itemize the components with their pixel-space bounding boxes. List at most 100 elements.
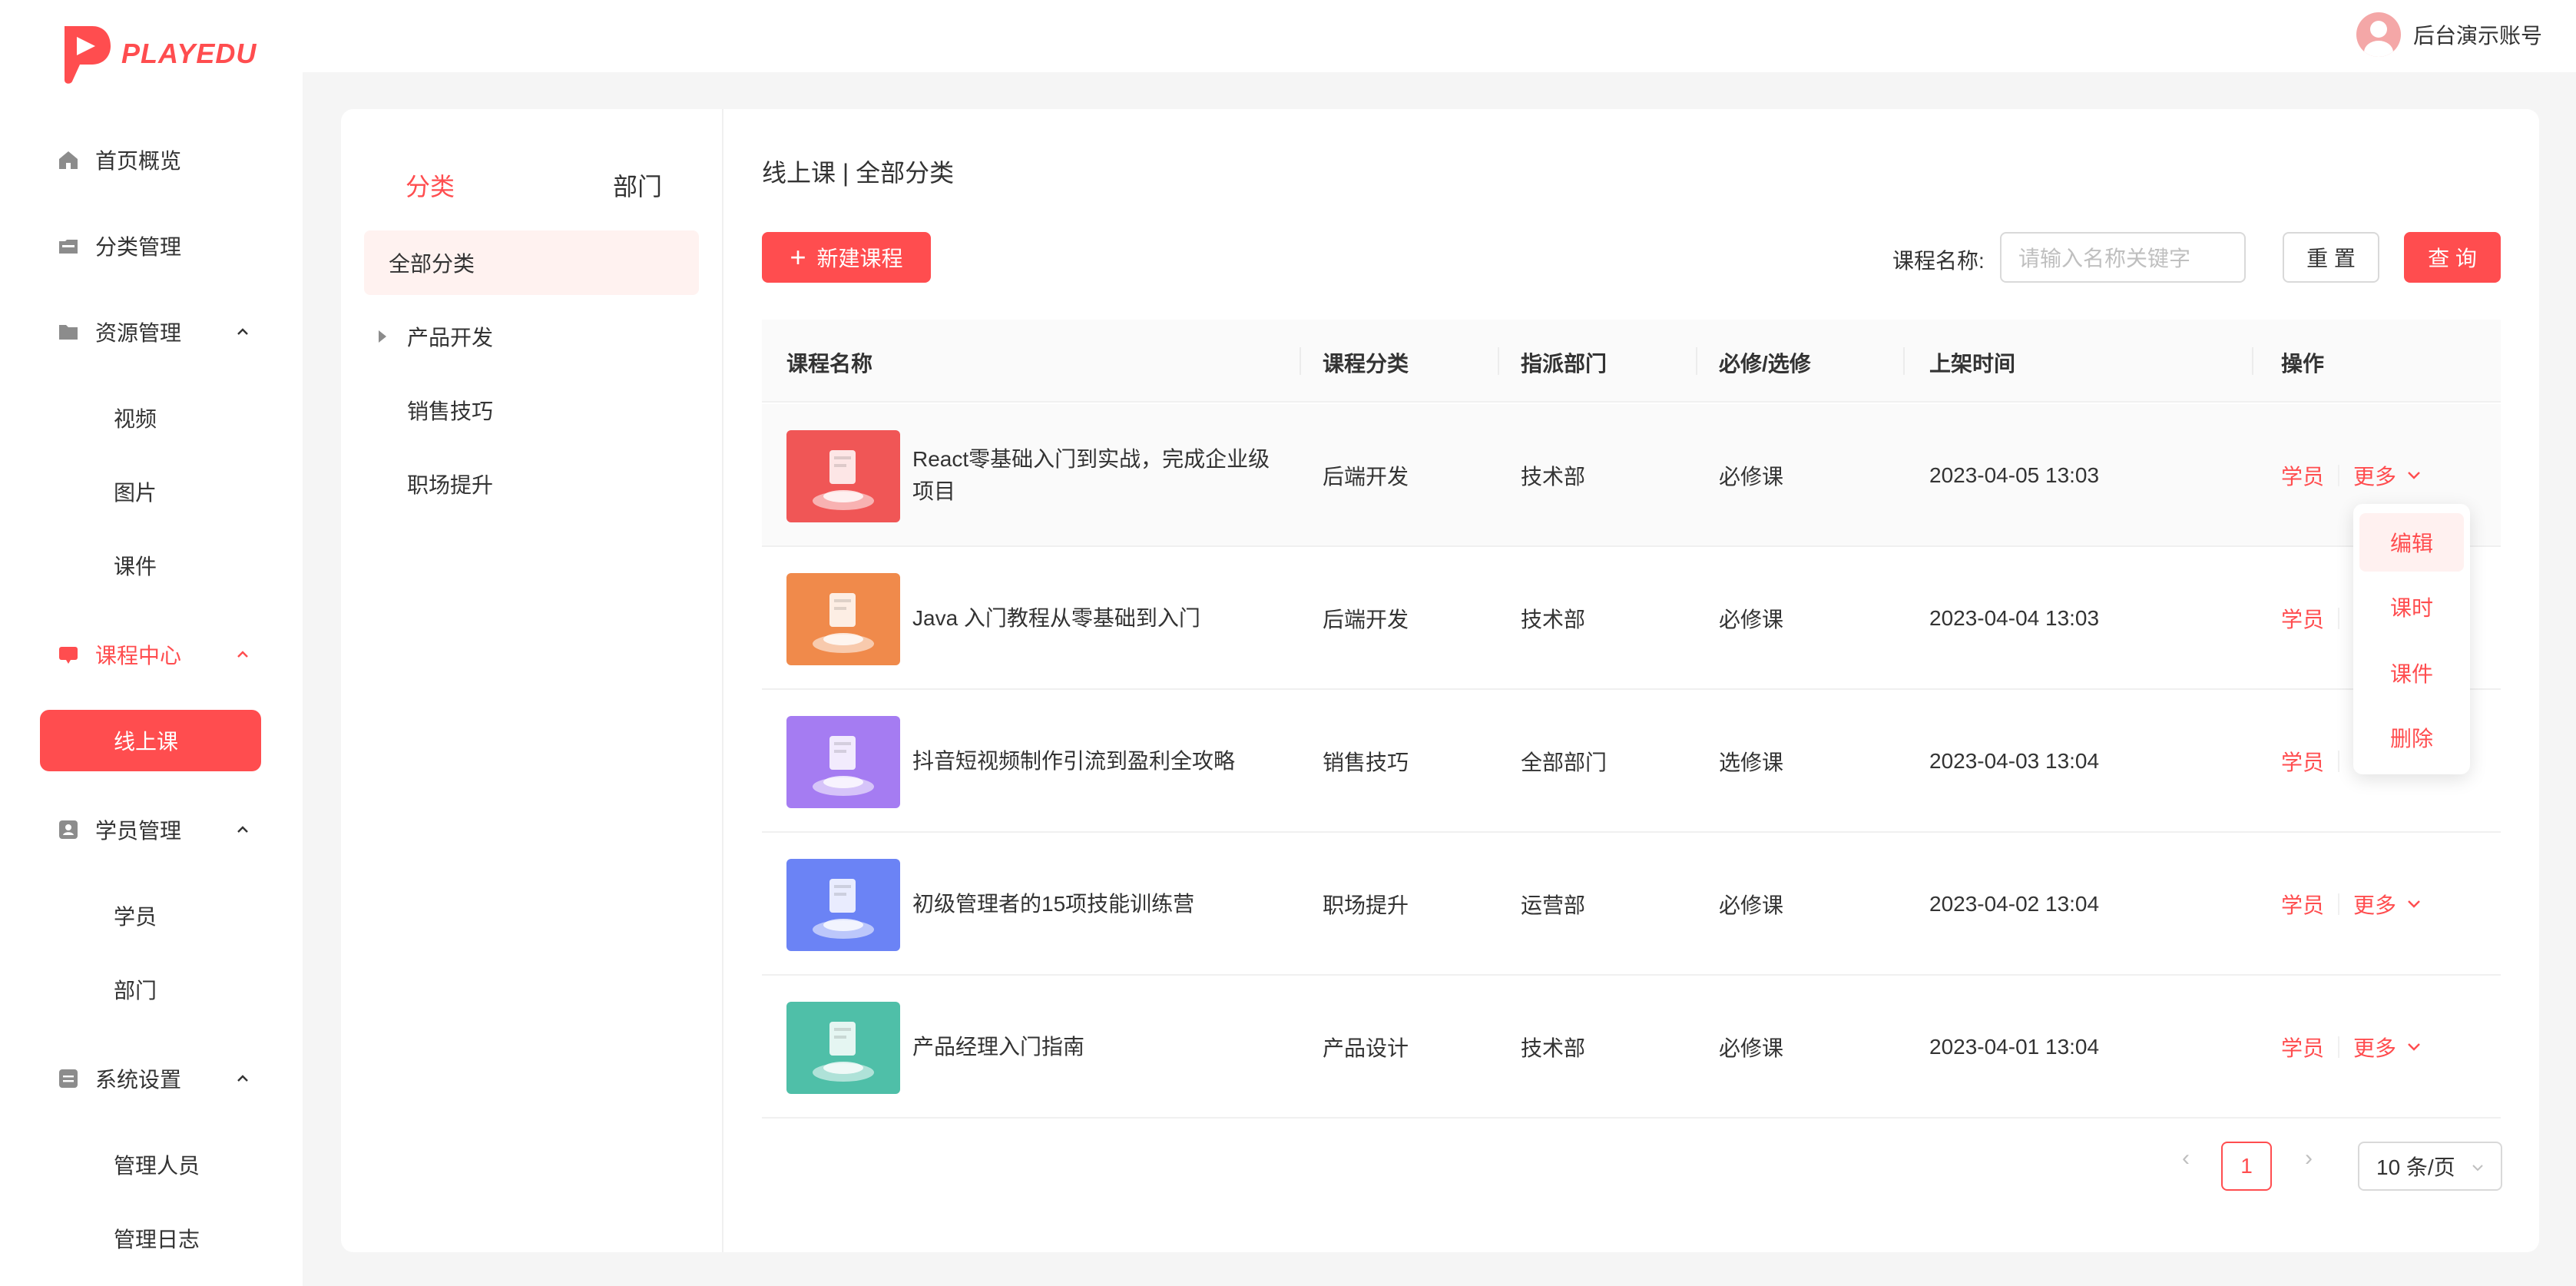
content-card: 分类 部门 全部分类 产品开发 销售技巧 职场提升 线上课 | 全部分类 + 新… bbox=[341, 109, 2539, 1252]
tree-item-label: 产品开发 bbox=[407, 326, 494, 350]
table-header: 课程名称 课程分类 指派部门 必修/选修 上架时间 操作 bbox=[762, 320, 2501, 403]
category-panel: 分类 部门 全部分类 产品开发 销售技巧 职场提升 bbox=[341, 109, 723, 1252]
course-thumbnail[interactable] bbox=[786, 430, 900, 522]
more-label: 更多 bbox=[2353, 893, 2397, 917]
user-menu[interactable]: 后台演示账号 bbox=[2356, 12, 2542, 57]
sidebar-item-resources[interactable]: 资源管理 bbox=[0, 309, 303, 355]
sidebar-item-label: 部门 bbox=[114, 979, 157, 1003]
sidebar-item-label: 图片 bbox=[114, 481, 157, 505]
course-name: 初级管理者的15项技能训练营 bbox=[912, 833, 1281, 976]
students-link[interactable]: 学员 bbox=[2281, 603, 2324, 634]
sidebar-item-admin-logs[interactable]: 管理日志 bbox=[0, 1215, 303, 1261]
chevron-down-icon bbox=[2408, 900, 2420, 908]
home-icon bbox=[57, 148, 80, 171]
column-header: 指派部门 bbox=[1521, 352, 1608, 376]
tree-item-all[interactable]: 全部分类 bbox=[364, 230, 699, 295]
sidebar-item-categories[interactable]: 分类管理 bbox=[0, 223, 303, 269]
row-actions: 学员 更多 bbox=[2281, 833, 2425, 976]
more-actions-button[interactable]: 更多 bbox=[2353, 460, 2425, 491]
sidebar-item-label: 分类管理 bbox=[95, 235, 182, 259]
students-link[interactable]: 学员 bbox=[2281, 889, 2324, 920]
course-thumbnail[interactable] bbox=[786, 716, 900, 808]
tree-item-sales[interactable]: 销售技巧 bbox=[364, 378, 699, 442]
course-name: React零基础入门到实战，完成企业级 项目 bbox=[912, 404, 1281, 547]
menu-item-coursewares[interactable]: 课件 bbox=[2359, 644, 2464, 702]
sidebar: PLAYEDU 首页概览 分类管理 资源管理 视频 图片 课件 课程中心 线上课… bbox=[0, 0, 303, 1286]
menu-item-lessons[interactable]: 课时 bbox=[2359, 578, 2464, 636]
user-name: 后台演示账号 bbox=[2412, 24, 2542, 48]
sidebar-item-label: 学员 bbox=[114, 905, 157, 929]
main-panel: 线上课 | 全部分类 + 新建课程 课程名称: 请输入名称关键字 重 置 查 询… bbox=[762, 109, 2501, 1252]
tree-item-label: 全部分类 bbox=[389, 252, 475, 276]
sidebar-item-videos[interactable]: 视频 bbox=[0, 395, 303, 441]
sidebar-item-student-list[interactable]: 学员 bbox=[0, 893, 303, 939]
folder-icon bbox=[57, 320, 80, 343]
course-type: 必修课 bbox=[1719, 608, 1784, 631]
sidebar-item-label: 课件 bbox=[114, 555, 157, 578]
new-course-label: 新建课程 bbox=[816, 247, 903, 270]
sidebar-item-label: 线上课 bbox=[114, 730, 179, 754]
course-name: 抖音短视频制作引流到盈利全攻略 bbox=[912, 690, 1281, 833]
tree-item-career[interactable]: 职场提升 bbox=[364, 452, 699, 516]
students-link[interactable]: 学员 bbox=[2281, 1032, 2324, 1062]
column-header: 必修/选修 bbox=[1719, 352, 1811, 376]
sidebar-item-settings[interactable]: 系统设置 bbox=[0, 1056, 303, 1102]
action-divider bbox=[2338, 608, 2340, 629]
user-card-icon bbox=[57, 818, 80, 841]
sidebar-item-course-center[interactable]: 课程中心 bbox=[0, 631, 303, 678]
tree-item-product-dev[interactable]: 产品开发 bbox=[364, 304, 699, 369]
query-button[interactable]: 查 询 bbox=[2404, 232, 2501, 283]
filter-label: 课程名称: bbox=[1892, 249, 1985, 273]
more-actions-button[interactable]: 更多 bbox=[2353, 1032, 2425, 1062]
assigned-department: 全部部门 bbox=[1521, 751, 1608, 774]
logo-text: PLAYEDU bbox=[121, 38, 257, 69]
breadcrumb: 线上课 | 全部分类 bbox=[762, 159, 955, 187]
sidebar-item-label: 学员管理 bbox=[95, 819, 182, 843]
more-label: 更多 bbox=[2353, 1036, 2397, 1060]
course-thumbnail[interactable] bbox=[786, 1002, 900, 1094]
logo[interactable]: PLAYEDU bbox=[54, 23, 257, 85]
sidebar-item-images[interactable]: 图片 bbox=[0, 469, 303, 515]
sidebar-item-departments[interactable]: 部门 bbox=[0, 966, 303, 1013]
page-size-select[interactable]: 10 条/页 bbox=[2358, 1142, 2502, 1191]
assigned-department: 技术部 bbox=[1521, 608, 1586, 631]
caret-right-icon[interactable] bbox=[376, 329, 389, 344]
tab-departments[interactable]: 部门 bbox=[613, 167, 662, 203]
sidebar-item-dashboard[interactable]: 首页概览 bbox=[0, 137, 303, 183]
pagination-prev[interactable]: ‹ bbox=[2170, 1143, 2201, 1174]
course-type: 必修课 bbox=[1719, 465, 1784, 489]
menu-item-edit[interactable]: 编辑 bbox=[2359, 513, 2464, 572]
sidebar-item-admins[interactable]: 管理人员 bbox=[0, 1142, 303, 1188]
reset-button[interactable]: 重 置 bbox=[2283, 232, 2379, 283]
sidebar-item-students[interactable]: 学员管理 bbox=[0, 807, 303, 853]
sidebar-item-label: 首页概览 bbox=[95, 149, 182, 173]
course-thumbnail[interactable] bbox=[786, 573, 900, 665]
chevron-down-icon bbox=[2408, 1043, 2420, 1051]
students-link[interactable]: 学员 bbox=[2281, 460, 2324, 491]
publish-time: 2023-04-03 13:04 bbox=[1929, 749, 2100, 773]
course-name-input[interactable]: 请输入名称关键字 bbox=[2000, 232, 2246, 283]
publish-time: 2023-04-01 13:04 bbox=[1929, 1035, 2100, 1059]
sidebar-item-coursewares[interactable]: 课件 bbox=[0, 542, 303, 588]
course-name-line: 产品经理入门指南 bbox=[912, 1035, 1085, 1059]
sidebar-item-label: 视频 bbox=[114, 407, 157, 431]
pagination-page[interactable]: 1 bbox=[2221, 1142, 2272, 1191]
row-actions: 学员 更多 bbox=[2281, 976, 2425, 1119]
page-size-label: 10 条/页 bbox=[2376, 1155, 2455, 1179]
publish-time: 2023-04-05 13:03 bbox=[1929, 463, 2100, 487]
students-link[interactable]: 学员 bbox=[2281, 746, 2324, 777]
course-name: 产品经理入门指南 bbox=[912, 976, 1281, 1119]
pagination-next[interactable]: › bbox=[2293, 1143, 2324, 1174]
course-thumbnail[interactable] bbox=[786, 859, 900, 951]
sidebar-item-label: 管理人员 bbox=[114, 1154, 200, 1178]
more-actions-button[interactable]: 更多 bbox=[2353, 889, 2425, 920]
sidebar-item-online-courses[interactable]: 线上课 bbox=[40, 710, 261, 771]
sidebar-item-label: 课程中心 bbox=[95, 644, 182, 668]
column-divider bbox=[2252, 347, 2253, 375]
action-divider bbox=[2338, 1036, 2340, 1058]
course-name: Java 入门教程从零基础到入门 bbox=[912, 547, 1281, 690]
tab-categories[interactable]: 分类 bbox=[406, 167, 455, 203]
menu-item-delete[interactable]: 删除 bbox=[2359, 708, 2464, 767]
new-course-button[interactable]: + 新建课程 bbox=[762, 232, 931, 283]
column-header: 课程分类 bbox=[1323, 352, 1409, 376]
